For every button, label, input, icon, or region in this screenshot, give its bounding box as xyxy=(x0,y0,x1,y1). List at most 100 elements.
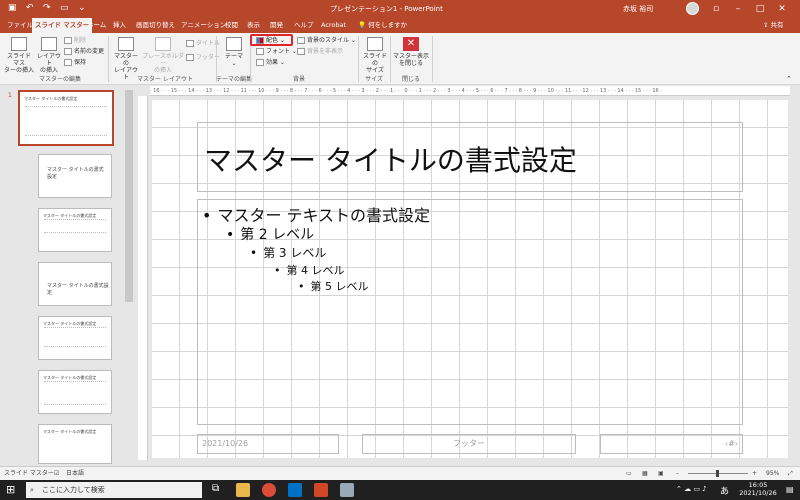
slide-sorter-icon[interactable]: ▦ xyxy=(642,467,648,480)
ime-indicator[interactable]: あ xyxy=(720,484,729,497)
close-master-view-button[interactable]: ✕ マスター表示 を閉じる xyxy=(393,37,429,67)
footer-placeholder[interactable]: フッター xyxy=(362,434,576,454)
thumbnail-layout[interactable]: マスター タイトルの書式設定 xyxy=(38,316,112,360)
thumbnail-layout[interactable]: マスター タイトルの書式設定 xyxy=(38,370,112,414)
delete-button[interactable]: 削除 xyxy=(64,36,86,46)
body-placeholder[interactable]: • マスター テキストの書式設定 • 第 2 レベル • 第 3 レベル • 第 4 レ… xyxy=(197,199,743,425)
thumbnail-layout[interactable]: マスター タイトルの書式設定 xyxy=(38,154,112,198)
zoom-level[interactable]: 95% xyxy=(766,467,779,480)
powerpoint-icon[interactable] xyxy=(314,483,328,497)
group-separator xyxy=(432,36,433,82)
body-level-4: • 第 4 レベル xyxy=(274,264,345,277)
save-icon[interactable]: ▣ xyxy=(8,3,17,13)
thumbnail-layout[interactable]: マスター タイトルの書式設定 xyxy=(38,424,112,464)
theme-button[interactable]: テーマ ⌄ xyxy=(222,37,246,67)
footer-checkbox[interactable]: フッター xyxy=(186,53,220,63)
font-icon xyxy=(256,48,264,55)
avatar[interactable] xyxy=(686,2,699,15)
effects-button[interactable]: 効果 ⌄ xyxy=(256,58,285,68)
tab-review[interactable]: 校閲 xyxy=(222,18,241,33)
tab-help[interactable]: ヘルプ xyxy=(291,18,317,33)
clock[interactable]: 16:05 2021/10/26 xyxy=(738,481,778,497)
master-layout-icon xyxy=(118,37,134,51)
group-label-master-edit: マスターの編集 xyxy=(38,76,81,83)
more-icon[interactable]: ⌄ xyxy=(78,3,86,13)
title-placeholder[interactable]: マスター タイトルの書式設定 xyxy=(197,122,743,192)
ribbon-options-icon[interactable]: ▫ xyxy=(706,1,726,17)
share-button[interactable]: ⇪ 共有 xyxy=(763,18,784,33)
slide-title: マスター タイトルの書式設定 xyxy=(204,144,577,177)
thumbnail-layout[interactable]: マスター タイトルの書式設定 xyxy=(38,262,112,306)
fonts-button[interactable]: フォント ⌄ xyxy=(256,47,297,57)
tab-transitions[interactable]: 画面切り替え xyxy=(133,18,178,33)
maximize-icon[interactable]: □ xyxy=(750,1,770,17)
group-label-master-layout: マスター レイアウト xyxy=(137,76,193,83)
tab-view[interactable]: 表示 xyxy=(244,18,263,33)
file-explorer-icon[interactable] xyxy=(236,483,250,497)
pin-icon xyxy=(64,59,72,66)
fit-slide-icon[interactable]: ⤢ xyxy=(788,467,793,480)
slide-number-placeholder[interactable]: ‹#› xyxy=(600,434,743,454)
thumbnail-layout-title: マスター タイトルの書式設定 xyxy=(47,167,104,180)
thumbnail-layout[interactable]: マスター タイトルの書式設定 xyxy=(38,208,112,252)
zoom-in-icon[interactable]: + xyxy=(752,467,757,480)
tray-icons[interactable]: ⌃ ☁ ▭ ♪ xyxy=(676,485,707,493)
close-icon[interactable]: ✕ xyxy=(772,1,792,17)
normal-view-icon[interactable]: ▭ xyxy=(626,467,632,480)
paint-icon[interactable] xyxy=(340,483,354,497)
language[interactable]: 日本語 xyxy=(66,467,84,480)
undo-icon[interactable]: ↶ xyxy=(26,3,34,13)
zoom-out-icon[interactable]: – xyxy=(676,467,679,480)
vertical-ruler xyxy=(138,96,148,460)
rename-button[interactable]: 名前の変更 xyxy=(64,47,104,57)
zoom-slider-thumb[interactable] xyxy=(716,470,719,477)
notification-icon[interactable]: ▤ xyxy=(786,485,794,494)
slide[interactable]: マスター タイトルの書式設定 • マスター テキストの書式設定 • 第 2 レベル … xyxy=(152,100,788,458)
tell-me-search[interactable]: 💡 何をしますか xyxy=(355,18,410,33)
insert-placeholder-button[interactable]: プレースホルダー の挿入 xyxy=(142,37,184,74)
collapse-ribbon-icon[interactable]: ⌃ xyxy=(786,75,792,83)
thumbnail-scrollbar[interactable] xyxy=(125,90,133,302)
layout-icon xyxy=(41,37,57,51)
lightbulb-icon: 💡 xyxy=(358,21,369,29)
outlook-icon[interactable] xyxy=(288,483,302,497)
title-checkbox[interactable]: タイトル xyxy=(186,39,220,49)
tab-acrobat[interactable]: Acrobat xyxy=(318,18,349,33)
thumbnail-body xyxy=(44,219,106,233)
windows-start-icon[interactable]: ⊞ xyxy=(6,483,15,496)
body-level-1: • マスター テキストの書式設定 xyxy=(202,206,431,225)
theme-icon xyxy=(226,37,242,51)
reading-view-icon[interactable]: ▣ xyxy=(658,467,664,480)
view-indicator: スライド マスター xyxy=(4,470,54,477)
search-icon: ⌕ xyxy=(30,486,34,494)
chrome-icon[interactable] xyxy=(262,483,276,497)
slide-master-icon xyxy=(11,37,27,51)
group-separator xyxy=(108,36,109,82)
thumbnail-master[interactable]: マスター タイトルの書式設定 xyxy=(18,90,114,146)
group-label-size: サイズ xyxy=(365,76,383,83)
body-level-2: • 第 2 レベル xyxy=(226,227,315,243)
taskbar-search[interactable]: ⌕ ここに入力して検索 xyxy=(26,482,202,498)
insert-slide-master-button[interactable]: スライド マス ターの挿入 xyxy=(4,37,34,74)
tab-home[interactable]: ホーム xyxy=(84,18,109,33)
checkbox-icon xyxy=(186,40,194,47)
tab-insert[interactable]: 挿入 xyxy=(110,18,129,33)
thumbnail-pane: 1 マスター タイトルの書式設定 マスター タイトルの書式設定 マスター タイト… xyxy=(0,86,136,466)
date-placeholder[interactable]: 2021/10/26 xyxy=(197,434,339,454)
rename-icon xyxy=(64,48,72,55)
thumbnail-body xyxy=(25,106,107,136)
redo-icon[interactable]: ↷ xyxy=(43,3,51,13)
tab-developer[interactable]: 開発 xyxy=(267,18,286,33)
slide-size-button[interactable]: スライドの サイズ xyxy=(362,37,388,74)
preserve-button[interactable]: 保持 xyxy=(64,58,86,68)
group-label-close: 閉じる xyxy=(401,76,420,83)
body-level-5: • 第 5 レベル xyxy=(298,280,369,293)
slideshow-icon[interactable]: ▭ xyxy=(60,3,69,13)
task-view-icon[interactable]: ⧉ xyxy=(212,483,219,494)
accessibility-icon[interactable]: ☑ xyxy=(54,467,59,480)
bullet-icon: • xyxy=(202,206,212,225)
minimize-icon[interactable]: – xyxy=(728,1,748,17)
hide-background-checkbox[interactable]: 背景を非表示 xyxy=(297,47,343,57)
insert-layout-button[interactable]: レイアウト の挿入 xyxy=(36,37,62,74)
background-styles-button[interactable]: 背景のスタイル ⌄ xyxy=(297,36,356,46)
